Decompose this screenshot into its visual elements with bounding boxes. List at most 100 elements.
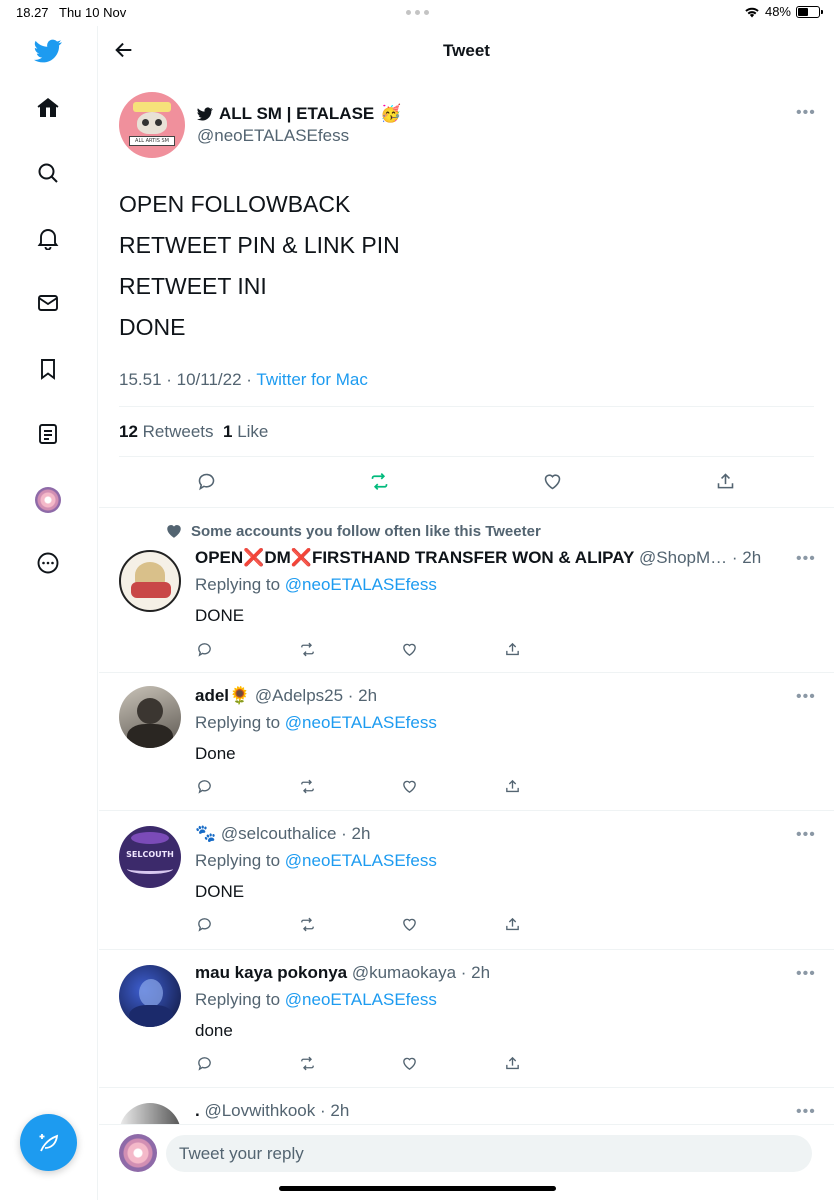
author-name[interactable]: ALL SM | ETALASE 🥳 xyxy=(197,104,401,124)
reply-more-icon[interactable]: ••• xyxy=(796,688,816,706)
like-heart-icon[interactable] xyxy=(397,912,421,936)
replying-to-link[interactable]: @neoETALASEfess xyxy=(285,713,437,732)
replying-to-link[interactable]: @neoETALASEfess xyxy=(285,990,437,1009)
tweet-meta: 15.51 · 10/11/22 · Twitter for Mac xyxy=(119,370,368,390)
reply-tweet[interactable]: OPEN❌DM❌FIRSTHAND TRANSFER WON & ALIPAY … xyxy=(99,540,834,672)
replying-to: Replying to @neoETALASEfess xyxy=(195,851,437,870)
reply-text: Done xyxy=(195,744,236,763)
reply-icon[interactable] xyxy=(192,912,216,936)
share-icon[interactable] xyxy=(500,1051,524,1075)
share-icon[interactable] xyxy=(500,774,524,798)
reply-handle-time[interactable]: @Lovwithkook · 2h xyxy=(200,1101,349,1120)
retweet-icon[interactable] xyxy=(295,912,319,936)
reply-author-name[interactable]: adel🌻 xyxy=(195,686,250,705)
status-bar: 18.27 Thu 10 Nov 48% xyxy=(0,0,834,26)
tweet-timestamp[interactable]: 15.51 · 10/11/22 · xyxy=(119,370,256,389)
own-avatar[interactable] xyxy=(119,1134,157,1172)
like-count: 1 xyxy=(222,422,233,441)
search-icon[interactable] xyxy=(33,158,63,188)
reply-icon[interactable] xyxy=(192,1051,216,1075)
home-icon[interactable] xyxy=(33,93,63,123)
reply-more-icon[interactable]: ••• xyxy=(796,550,816,568)
replying-to: Replying to @neoETALASEfess xyxy=(195,990,437,1009)
reply-actions xyxy=(99,774,834,798)
battery-icon xyxy=(796,5,823,18)
author-handle[interactable]: @neoETALASEfess xyxy=(197,126,349,146)
like-heart-icon[interactable] xyxy=(397,774,421,798)
tweet-stats: 12 Retweets 1 Like xyxy=(119,422,268,442)
home-indicator[interactable] xyxy=(279,1186,556,1191)
like-heart-icon[interactable] xyxy=(397,1051,421,1075)
battery-percent: 48% xyxy=(764,4,791,19)
divider xyxy=(119,456,814,457)
status-right: 48% xyxy=(744,4,823,19)
reply-handle-time[interactable]: @selcouthalice · 2h xyxy=(216,824,371,843)
reply-actions xyxy=(99,1051,834,1075)
divider xyxy=(119,406,814,407)
replying-to-link[interactable]: @neoETALASEfess xyxy=(285,851,437,870)
messages-envelope-icon[interactable] xyxy=(33,288,63,318)
reply-more-icon[interactable]: ••• xyxy=(796,965,816,983)
retweet-icon[interactable] xyxy=(295,774,319,798)
profile-avatar-icon[interactable] xyxy=(33,485,63,515)
bookmark-icon[interactable] xyxy=(33,354,63,384)
tweet-more-icon[interactable]: ••• xyxy=(796,104,816,122)
more-options-icon[interactable] xyxy=(33,548,63,578)
reply-author-name[interactable]: 🐾 xyxy=(195,824,216,843)
notifications-bell-icon[interactable] xyxy=(33,223,63,253)
retweet-icon[interactable] xyxy=(295,1051,319,1075)
reply-author-name[interactable]: OPEN❌DM❌FIRSTHAND TRANSFER WON & ALIPAY xyxy=(195,548,634,567)
reply-input[interactable]: Tweet your reply xyxy=(166,1135,812,1172)
reply-icon[interactable] xyxy=(192,774,216,798)
reply-avatar[interactable] xyxy=(119,686,181,748)
replying-to-link[interactable]: @neoETALASEfess xyxy=(285,575,437,594)
reply-header: OPEN❌DM❌FIRSTHAND TRANSFER WON & ALIPAY … xyxy=(195,548,770,568)
reply-avatar[interactable] xyxy=(119,550,181,612)
lists-icon[interactable] xyxy=(33,419,63,449)
reply-icon[interactable] xyxy=(194,469,218,493)
share-icon[interactable] xyxy=(713,469,737,493)
reply-header: adel🌻 @Adelps25 · 2h xyxy=(195,686,770,706)
reply-avatar[interactable] xyxy=(119,965,181,1027)
reply-handle-time[interactable]: @ShopM… · 2h xyxy=(634,548,761,567)
reply-handle-time[interactable]: @kumaokaya · 2h xyxy=(347,963,490,982)
retweet-icon[interactable] xyxy=(295,637,319,661)
separator xyxy=(99,507,834,508)
compose-tweet-button[interactable] xyxy=(20,1114,77,1171)
reply-avatar[interactable]: SELCOUTH xyxy=(119,826,181,888)
retweets-stat[interactable]: 12 Retweets xyxy=(119,422,214,441)
like-heart-icon[interactable] xyxy=(540,469,564,493)
tweet-actions xyxy=(99,469,834,503)
retweet-icon[interactable] xyxy=(367,469,391,493)
reply-more-icon[interactable]: ••• xyxy=(796,1103,816,1121)
reply-tweet[interactable]: . @Lovwithkook · 2h ••• xyxy=(99,1087,834,1127)
likes-stat[interactable]: 1 Like xyxy=(223,422,268,441)
status-time: 18.27 xyxy=(16,5,49,20)
twitter-logo-icon[interactable] xyxy=(33,36,63,66)
like-heart-icon[interactable] xyxy=(397,637,421,661)
author-avatar[interactable]: ALL ARTIS SM xyxy=(119,92,185,158)
tweet-source[interactable]: Twitter for Mac xyxy=(256,370,367,389)
twitter-bird-icon xyxy=(197,107,213,121)
reply-tweet[interactable]: mau kaya pokonya @kumaokaya · 2h ••• Rep… xyxy=(99,949,834,1087)
reply-tweet[interactable]: adel🌻 @Adelps25 · 2h ••• Replying to @ne… xyxy=(99,672,834,810)
replying-to: Replying to @neoETALASEfess xyxy=(195,713,437,732)
page-header: Tweet xyxy=(99,26,834,74)
feather-plus-icon xyxy=(39,1133,58,1151)
reply-text: done xyxy=(195,1021,233,1040)
share-icon[interactable] xyxy=(500,637,524,661)
replying-to: Replying to @neoETALASEfess xyxy=(195,575,437,594)
tweet-line: RETWEET INI xyxy=(119,273,267,299)
reply-more-icon[interactable]: ••• xyxy=(796,826,816,844)
reply-author-name[interactable]: mau kaya pokonya xyxy=(195,963,347,982)
reply-tweet[interactable]: SELCOUTH 🐾 @selcouthalice · 2h ••• Reply… xyxy=(99,810,834,949)
reply-icon[interactable] xyxy=(192,637,216,661)
reply-header: mau kaya pokonya @kumaokaya · 2h xyxy=(195,963,770,983)
reply-handle-time[interactable]: @Adelps25 · 2h xyxy=(250,686,377,705)
multitasking-dots[interactable] xyxy=(406,10,429,15)
share-icon[interactable] xyxy=(500,912,524,936)
author-name-text: ALL SM | ETALASE xyxy=(219,104,375,123)
reply-actions xyxy=(99,637,834,661)
reply-text: DONE xyxy=(195,882,245,901)
social-context-text: Some accounts you follow often like this… xyxy=(191,522,541,540)
